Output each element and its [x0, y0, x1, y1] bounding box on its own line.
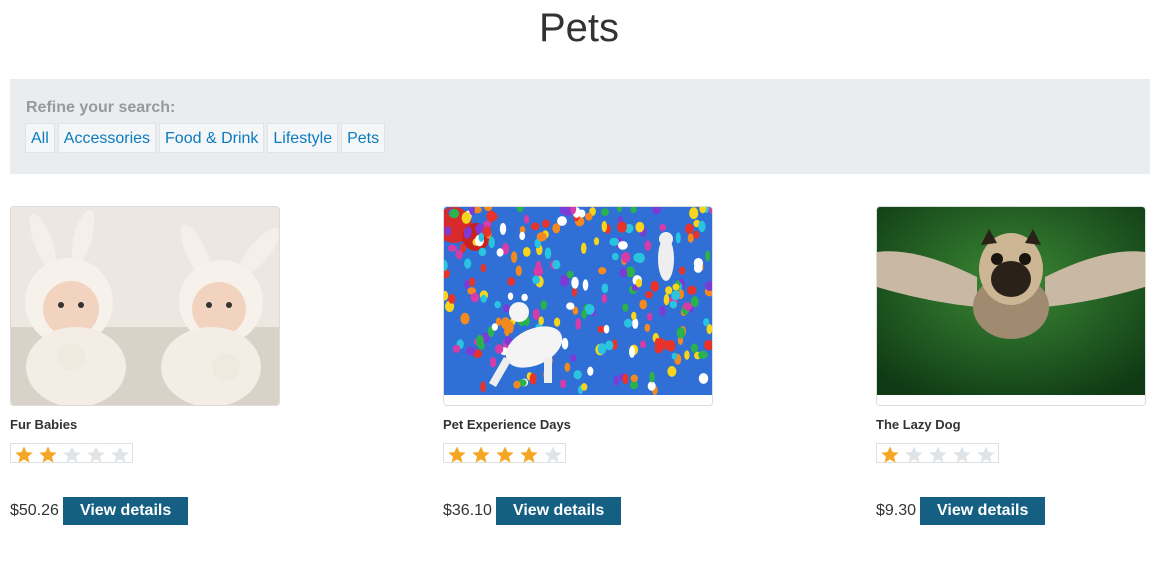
star-empty-icon: [541, 445, 565, 465]
star-rating: [10, 443, 133, 463]
view-details-button[interactable]: View details: [495, 497, 622, 525]
star-empty-icon: [926, 445, 950, 465]
star-filled-icon: [445, 445, 469, 465]
product-title[interactable]: Fur Babies: [10, 417, 280, 433]
filter-link-accessories[interactable]: Accessories: [57, 123, 157, 153]
star-rating: [876, 443, 999, 463]
filter-link-food-drink[interactable]: Food & Drink: [159, 123, 265, 153]
product-image-the-lazy-dog[interactable]: [876, 206, 1146, 406]
product-price: $9.30: [876, 502, 917, 519]
page-title: Pets: [538, 6, 620, 50]
star-empty-icon: [84, 445, 108, 465]
star-empty-icon: [60, 445, 84, 465]
star-filled-icon: [12, 445, 36, 465]
product-card: The Lazy Dog $9.30 View details: [876, 206, 1146, 525]
star-filled-icon: [878, 445, 902, 465]
product-title[interactable]: The Lazy Dog: [876, 417, 1146, 433]
view-details-button[interactable]: View details: [62, 497, 189, 525]
view-details-button[interactable]: View details: [920, 497, 1046, 525]
star-filled-icon: [517, 445, 541, 465]
product-price: $50.26: [10, 502, 59, 519]
star-empty-icon: [108, 445, 132, 465]
star-filled-icon: [36, 445, 60, 465]
filter-link-lifestyle[interactable]: Lifestyle: [267, 123, 339, 153]
star-filled-icon: [469, 445, 493, 465]
star-filled-icon: [493, 445, 517, 465]
product-title[interactable]: Pet Experience Days: [443, 417, 713, 433]
filter-panel: Refine your search: All Accessories Food…: [10, 79, 1150, 174]
product-card: Pet Experience Days $36.10 View details: [443, 206, 713, 525]
filter-links: All Accessories Food & Drink Lifestyle P…: [25, 123, 386, 153]
product-image-pet-experience-days[interactable]: [443, 206, 713, 406]
filter-link-pets[interactable]: Pets: [341, 123, 386, 153]
product-card: Fur Babies $50.26 View details: [10, 206, 280, 525]
product-price: $36.10: [443, 502, 492, 519]
star-empty-icon: [974, 445, 998, 465]
filter-link-all[interactable]: All: [25, 123, 55, 153]
product-image-fur-babies[interactable]: [10, 206, 280, 406]
star-rating: [443, 443, 566, 463]
star-empty-icon: [902, 445, 926, 465]
filter-label: Refine your search:: [26, 99, 176, 116]
star-empty-icon: [950, 445, 974, 465]
